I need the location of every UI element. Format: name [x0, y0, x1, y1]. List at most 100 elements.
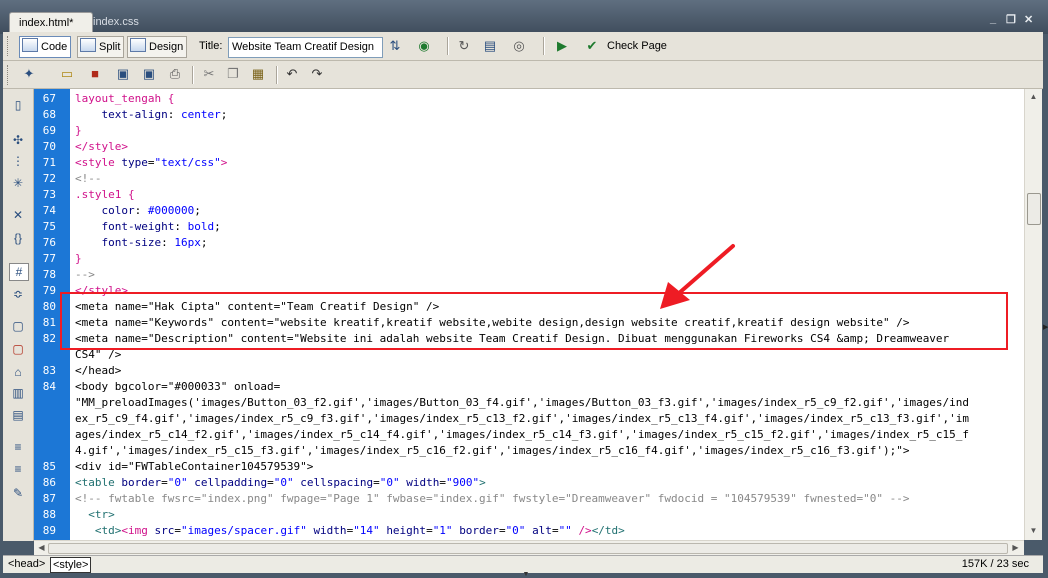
code-token: "0" [167, 476, 195, 489]
outdent-code-icon[interactable]: ≡ [9, 461, 27, 477]
new-document-icon[interactable]: ✦ [20, 65, 38, 83]
standard-toolbar: ✦ ▭ ■ ▣ ▣ ⎙ ✂ ❐ ▦ ↶ ↷ [3, 61, 1043, 89]
tag-selector-head[interactable]: <head> [6, 557, 47, 571]
vertical-scroll-thumb[interactable] [1027, 193, 1041, 225]
toolbar-grip[interactable] [7, 65, 11, 85]
copy-icon[interactable]: ❐ [224, 65, 242, 83]
horizontal-scroll-thumb[interactable] [48, 543, 1008, 554]
remove-comment-icon[interactable]: ▢ [9, 341, 27, 357]
line-number: 86 [42, 476, 56, 489]
wrap-tag-icon[interactable]: ⌂ [9, 364, 27, 380]
move-css-icon[interactable]: ▤ [9, 407, 27, 423]
restore-icon[interactable]: ❐ [1006, 13, 1016, 26]
horizontal-scrollbar[interactable]: ◀ ▶ [34, 540, 1024, 555]
tag-selector-style[interactable]: <style> [50, 557, 92, 573]
code-token: width [313, 524, 347, 537]
code-line[interactable]: 86 <table border="0" cellpadding="0" cell… [34, 475, 1024, 491]
split-view-button[interactable]: Split [77, 36, 125, 58]
recent-snippets-icon[interactable]: ▥ [9, 385, 27, 401]
line-numbers-icon[interactable]: # [9, 263, 29, 281]
code-line[interactable]: 68 text-align: center; [34, 107, 1024, 123]
code-line[interactable]: 84 <body bgcolor="#000033" onload= [34, 379, 1024, 395]
code-line[interactable]: 76 font-size: 16px; [34, 235, 1024, 251]
redo-icon[interactable]: ↷ [308, 65, 326, 83]
code-token: = [426, 524, 433, 537]
code-line[interactable]: ages/index_r5_c14_f2.gif','images/index_… [34, 427, 1024, 443]
code-line[interactable]: 71 <style type="text/css"> [34, 155, 1024, 171]
save-icon[interactable]: ▣ [114, 65, 132, 83]
code-line[interactable]: 89 <td><img src="images/spacer.gif" widt… [34, 523, 1024, 539]
code-line[interactable]: 67 layout_tengah { [34, 91, 1024, 107]
check-page-button[interactable]: Check Page [607, 36, 667, 56]
code-token: ; [194, 204, 201, 217]
code-text: font-weight: bold; [75, 219, 220, 235]
panel-collapse-icon[interactable]: ▼ [516, 571, 536, 578]
balance-braces-icon[interactable]: {} [9, 230, 27, 246]
side-panel-expand-icon[interactable]: ▶ [1043, 318, 1048, 338]
validate-markup-icon[interactable]: ▶ [553, 37, 571, 55]
code-token: border [459, 524, 499, 537]
save-all-icon[interactable]: ▣ [140, 65, 158, 83]
toolbar-grip[interactable] [7, 36, 11, 56]
minimize-icon[interactable]: _ [990, 13, 996, 25]
code-line[interactable]: 88 <tr> [34, 507, 1024, 523]
view-options-icon[interactable]: ▤ [481, 37, 499, 55]
code-line[interactable]: 75 font-weight: bold; [34, 219, 1024, 235]
cut-icon[interactable]: ✂ [200, 65, 218, 83]
code-token: --> [75, 268, 95, 281]
print-code-icon[interactable]: ⎙ [166, 65, 184, 83]
refresh-icon[interactable]: ↻ [455, 37, 473, 55]
vertical-scrollbar[interactable]: ▲ ▼ [1024, 89, 1042, 540]
file-management-icon[interactable]: ⇅ [386, 37, 404, 55]
design-view-button[interactable]: Design [127, 36, 188, 58]
expand-all-icon[interactable]: ✳ [9, 175, 27, 191]
visual-aids-icon[interactable]: ◎ [510, 37, 528, 55]
scroll-up-icon[interactable]: ▲ [1026, 89, 1041, 104]
code-token: : [167, 108, 181, 121]
code-token: alt [532, 524, 552, 537]
code-line[interactable]: 74 color: #000000; [34, 203, 1024, 219]
highlight-invalid-code-icon[interactable]: ≎ [9, 286, 27, 302]
format-source-icon[interactable]: ✎ [9, 485, 27, 501]
close-icon[interactable]: ✕ [1024, 13, 1033, 26]
document-tab-bar: index.html* index.css _ ❐ ✕ [0, 0, 1048, 34]
code-line[interactable]: ex_r5_c9_f4.gif','images/index_r5_c9_f3.… [34, 411, 1024, 427]
code-line[interactable]: 72 <!-- [34, 171, 1024, 187]
scroll-right-icon[interactable]: ▶ [1008, 541, 1023, 554]
open-folder-icon[interactable]: ▭ [58, 65, 76, 83]
scroll-down-icon[interactable]: ▼ [1026, 523, 1041, 538]
browse-bridge-icon[interactable]: ■ [86, 65, 104, 83]
paste-icon[interactable]: ▦ [249, 65, 267, 83]
preview-globe-icon[interactable]: ◉ [415, 37, 433, 55]
open-documents-icon[interactable]: ▯ [9, 97, 27, 113]
title-input[interactable] [228, 37, 383, 58]
collapse-selection-icon[interactable]: ⋮ [9, 153, 27, 169]
code-text: <table border="0" cellpadding="0" cellsp… [75, 475, 486, 491]
collapse-full-tag-icon[interactable]: ✣ [9, 132, 27, 148]
indent-code-icon[interactable]: ≡ [9, 439, 27, 455]
line-number: 78 [42, 268, 56, 281]
code-line[interactable]: 4.gif','images/index_r5_c15_f3.gif','ima… [34, 443, 1024, 459]
code-line[interactable]: 69} [34, 123, 1024, 139]
code-line[interactable]: "MM_preloadImages('images/Button_03_f2.g… [34, 395, 1024, 411]
undo-icon[interactable]: ↶ [283, 65, 301, 83]
code-view-button[interactable]: Code [19, 36, 72, 58]
code-line[interactable]: 87 <!-- fwtable fwsrc="index.png" fwpage=… [34, 491, 1024, 507]
code-text: <td><img src="images/spacer.gif" width="… [75, 523, 625, 539]
tab-index-css[interactable]: index.css [84, 12, 148, 32]
tab-index-html[interactable]: index.html* [9, 12, 93, 33]
select-parent-tag-icon[interactable]: ✕ [9, 207, 27, 223]
check-page-icon[interactable]: ✔ [583, 37, 601, 55]
apply-comment-icon[interactable]: ▢ [9, 318, 27, 334]
code-line[interactable]: 83 </head> [34, 363, 1024, 379]
code-token: 4.gif','images/index_r5_c15_f3.gif','ima… [75, 444, 910, 457]
code-line[interactable]: 78 --> [34, 267, 1024, 283]
code-line[interactable]: 73 .style1 { [34, 187, 1024, 203]
code-line[interactable]: 77} [34, 251, 1024, 267]
line-number: 74 [42, 204, 56, 217]
code-token: : [161, 236, 175, 249]
code-line[interactable]: 85 <div id="FWTableContainer104579539"> [34, 459, 1024, 475]
line-number: 85 [42, 460, 56, 473]
scroll-left-icon[interactable]: ◀ [34, 541, 49, 554]
code-line[interactable]: 70 </style> [34, 139, 1024, 155]
